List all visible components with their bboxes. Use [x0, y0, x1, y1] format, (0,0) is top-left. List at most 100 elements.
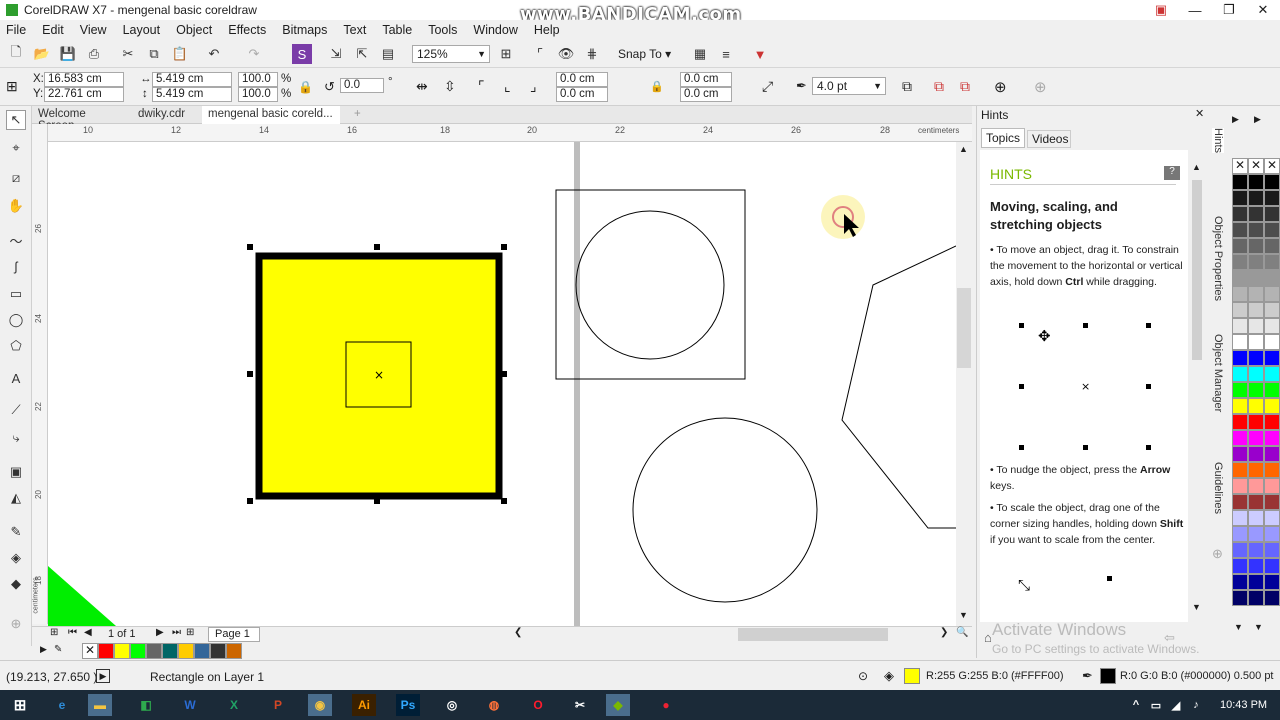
export-icon[interactable]: ⇱	[352, 44, 372, 64]
mirror-horizontal-icon[interactable]: ⇹	[416, 78, 428, 95]
zoom-navigator-icon[interactable]: 🔍	[956, 627, 968, 638]
color-swatch[interactable]	[1232, 222, 1248, 238]
scroll-left-icon[interactable]: ❮	[514, 627, 522, 638]
menu-text[interactable]: Text	[343, 23, 366, 37]
store-icon[interactable]: ◧	[134, 694, 158, 716]
color-swatch[interactable]	[1232, 318, 1248, 334]
play-icon[interactable]: ▶	[96, 669, 110, 683]
doc-color-settings-icon[interactable]: ⊙	[858, 669, 868, 683]
crop-tool-icon[interactable]: ⧄	[6, 168, 26, 188]
color-swatch[interactable]	[1232, 494, 1248, 510]
color-swatch[interactable]	[1264, 462, 1280, 478]
ellipse-tool-icon[interactable]: ◯	[6, 310, 26, 330]
color-swatch[interactable]	[1264, 286, 1280, 302]
scale-height-field[interactable]: 100.0	[238, 87, 278, 102]
color-swatch[interactable]	[1232, 430, 1248, 446]
scroll-up-icon[interactable]: ▲	[1192, 162, 1201, 172]
height-field[interactable]: 5.419 cm	[152, 87, 232, 102]
shape-tool-icon[interactable]: ⌖	[6, 138, 26, 158]
color-swatch[interactable]	[1232, 414, 1248, 430]
show-guidelines-icon[interactable]: ⋕	[582, 44, 602, 64]
handle-bottom[interactable]	[374, 498, 380, 504]
chamfered-corner-icon[interactable]: ⌟	[530, 78, 537, 95]
opera-icon[interactable]: O	[526, 694, 550, 716]
redo-icon[interactable]: ↷	[244, 44, 264, 64]
paste-icon[interactable]: 📋	[170, 44, 190, 64]
color-swatch[interactable]	[1264, 446, 1280, 462]
open-icon[interactable]: 📂	[32, 44, 52, 64]
color-swatch[interactable]	[178, 643, 194, 659]
menu-bitmaps[interactable]: Bitmaps	[282, 23, 327, 37]
drop-shadow-tool-icon[interactable]: ▣	[6, 462, 26, 482]
interactive-fill-tool-icon[interactable]: ◈	[6, 548, 26, 568]
handle-left[interactable]	[247, 371, 253, 377]
vertical-scrollbar[interactable]: ▲ ▼	[956, 142, 972, 626]
color-swatch[interactable]	[1248, 590, 1264, 606]
color-swatch[interactable]	[1264, 366, 1280, 382]
scroll-up-icon[interactable]: ▲	[959, 144, 968, 154]
color-swatch[interactable]	[1232, 190, 1248, 206]
color-swatch[interactable]	[1232, 302, 1248, 318]
drawing-canvas[interactable]: ×	[48, 142, 956, 626]
scroll-thumb[interactable]	[957, 288, 971, 368]
color-swatch[interactable]	[1264, 222, 1280, 238]
color-swatch[interactable]	[210, 643, 226, 659]
menu-tools[interactable]: Tools	[428, 23, 457, 37]
color-swatch[interactable]	[1248, 286, 1264, 302]
scroll-thumb[interactable]	[1192, 180, 1202, 360]
convert-to-curves-icon[interactable]: ⧉	[960, 78, 970, 95]
corner-radius-1[interactable]: 0.0 cm	[556, 72, 608, 87]
color-swatch[interactable]	[114, 643, 130, 659]
horizontal-ruler[interactable]: 10 12 14 16 18 20 22 24 26 28 centimeter…	[48, 124, 972, 142]
menu-help[interactable]: Help	[534, 23, 560, 37]
side-tab-object-properties[interactable]: Object Properties	[1212, 216, 1224, 301]
large-circle[interactable]	[632, 417, 818, 603]
corner-radius-2[interactable]: 0.0 cm	[556, 87, 608, 102]
application-launcher-icon[interactable]: ▼	[750, 44, 770, 64]
color-swatch[interactable]	[1264, 590, 1280, 606]
color-swatch[interactable]	[1264, 414, 1280, 430]
connector-tool-icon[interactable]: ⤷	[6, 428, 26, 448]
width-field[interactable]: 5.419 cm	[152, 72, 232, 87]
photoshop-icon[interactable]: Ps	[396, 694, 420, 716]
color-swatch[interactable]	[130, 643, 146, 659]
menu-effects[interactable]: Effects	[228, 23, 266, 37]
pan-tool-icon[interactable]: ✋	[6, 196, 26, 216]
color-swatch[interactable]	[1232, 510, 1248, 526]
color-swatch[interactable]	[1264, 174, 1280, 190]
color-swatch[interactable]	[1248, 366, 1264, 382]
close-button[interactable]: ✕	[1246, 0, 1280, 20]
tab-mengenal-basic[interactable]: mengenal basic coreld...	[202, 106, 340, 124]
eyedropper-icon[interactable]: ✎	[54, 644, 62, 655]
color-swatch[interactable]	[1248, 318, 1264, 334]
powerpoint-icon[interactable]: P	[266, 694, 290, 716]
color-swatch[interactable]	[1248, 462, 1264, 478]
new-tab-icon[interactable]: +	[348, 106, 367, 124]
color-swatch[interactable]	[1264, 318, 1280, 334]
color-swatch[interactable]	[1264, 350, 1280, 366]
new-icon[interactable]: 🗋	[6, 44, 26, 64]
rectangle-tool-icon[interactable]: ▭	[6, 284, 26, 304]
fill-color-swatch[interactable]	[904, 668, 920, 684]
color-swatch[interactable]	[1232, 382, 1248, 398]
add-page-end-icon[interactable]: ⊞	[186, 627, 194, 638]
no-fill-swatch[interactable]: ✕	[1248, 158, 1264, 174]
color-swatch[interactable]	[1248, 190, 1264, 206]
freehand-tool-icon[interactable]: 〜	[6, 230, 26, 250]
snipping-tool-icon[interactable]: ✂	[568, 694, 592, 716]
add-docker-icon[interactable]: ⊕	[1212, 546, 1223, 562]
color-swatch[interactable]	[1248, 254, 1264, 270]
lock-ratio-icon[interactable]: 🔒	[298, 80, 313, 94]
color-swatch[interactable]	[1232, 206, 1248, 222]
palette-scroll-icon[interactable]: ▶	[1232, 114, 1239, 125]
word-icon[interactable]: W	[178, 694, 202, 716]
options-icon[interactable]: ≡	[716, 44, 736, 64]
snap-to-dropdown[interactable]: Snap To ▾	[618, 47, 671, 61]
color-swatch[interactable]	[1232, 238, 1248, 254]
text-tool-icon[interactable]: A	[6, 368, 26, 388]
color-swatch[interactable]	[1248, 398, 1264, 414]
color-swatch[interactable]	[1248, 478, 1264, 494]
side-tab-hints[interactable]: Hints	[1212, 128, 1224, 154]
color-swatch[interactable]	[1264, 494, 1280, 510]
color-swatch[interactable]	[146, 643, 162, 659]
